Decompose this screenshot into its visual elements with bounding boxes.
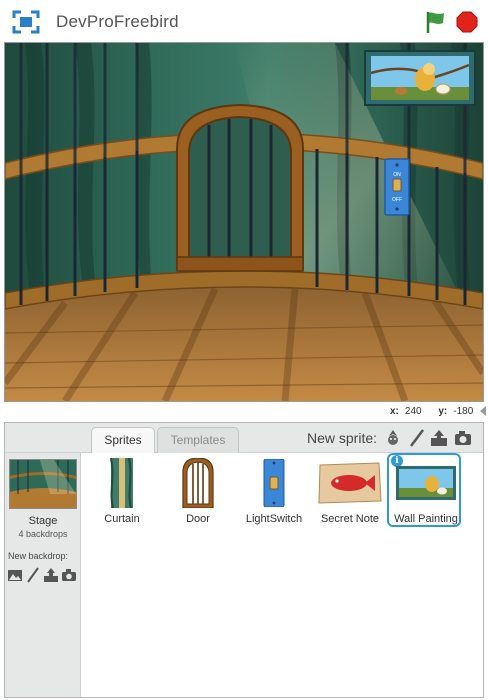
- svg-text:OFF: OFF: [392, 197, 402, 203]
- sprite-library-pane: Sprites Templates New sprite: Stage 4 ba…: [4, 422, 484, 698]
- project-title[interactable]: DevProFreebird: [56, 12, 179, 32]
- collapse-stage-arrow-icon[interactable]: [478, 404, 488, 418]
- new-backdrop-label: New backdrop:: [8, 551, 69, 561]
- tab-templates[interactable]: Templates: [157, 427, 239, 453]
- stage-header: DevProFreebird: [0, 0, 488, 42]
- sprite-thumb-curtain: [85, 457, 159, 509]
- y-value: -180: [453, 406, 474, 417]
- sprite-name: Wall Painting: [394, 513, 458, 525]
- tab-sprites[interactable]: Sprites: [91, 427, 155, 453]
- x-value: 240: [404, 406, 422, 417]
- stage-thumbnail[interactable]: [9, 459, 77, 509]
- upload-backdrop-icon[interactable]: [43, 567, 59, 583]
- door-sprite[interactable]: [176, 103, 304, 272]
- new-sprite-label: New sprite:: [307, 430, 378, 446]
- sprite-tile-door[interactable]: Door: [161, 455, 235, 529]
- x-label: x:: [390, 406, 399, 417]
- stage-backdrop-count: 4 backdrops: [18, 529, 68, 539]
- stage-column: Stage 4 backdrops New backdrop:: [5, 453, 81, 697]
- sprite-tile-wall-painting[interactable]: i Wall Painting: [387, 453, 461, 527]
- wall-painting-sprite[interactable]: [364, 50, 476, 106]
- sprite-tile-curtain[interactable]: Curtain: [85, 455, 159, 529]
- upload-sprite-icon[interactable]: [429, 428, 449, 448]
- sprite-name: Door: [186, 513, 210, 525]
- camera-icon[interactable]: [453, 428, 473, 448]
- sprite-tile-lightswitch[interactable]: LightSwitch: [237, 455, 311, 529]
- sprite-thumb-wall-painting: [389, 457, 463, 509]
- svg-text:ON: ON: [393, 172, 401, 178]
- paint-new-sprite-icon[interactable]: [407, 428, 427, 448]
- sprite-name: Secret Note: [320, 513, 380, 525]
- sprite-tile-secret-note[interactable]: Secret Note: [313, 455, 387, 529]
- stage-canvas[interactable]: ON OFF: [4, 42, 484, 402]
- sprite-name: Curtain: [104, 513, 140, 525]
- camera-backdrop-icon[interactable]: [61, 567, 77, 583]
- mouse-coordinates: x: 240 y: -180: [390, 406, 487, 417]
- backdrop-library-icon[interactable]: [7, 567, 23, 583]
- sprite-name: LightSwitch: [245, 513, 303, 525]
- sprite-thumb-lightswitch: [237, 457, 311, 509]
- stage-label: Stage: [28, 515, 58, 527]
- light-switch-sprite[interactable]: ON OFF: [384, 158, 410, 216]
- stop-sign-icon[interactable]: [456, 11, 478, 33]
- paint-backdrop-icon[interactable]: [25, 567, 41, 583]
- sprite-thumb-secret-note: [313, 457, 387, 509]
- sprite-thumb-door: [161, 457, 235, 509]
- fullscreen-icon[interactable]: [12, 10, 40, 34]
- y-label: y:: [438, 406, 448, 417]
- choose-from-library-icon[interactable]: [383, 428, 403, 448]
- green-flag-icon[interactable]: [424, 10, 446, 34]
